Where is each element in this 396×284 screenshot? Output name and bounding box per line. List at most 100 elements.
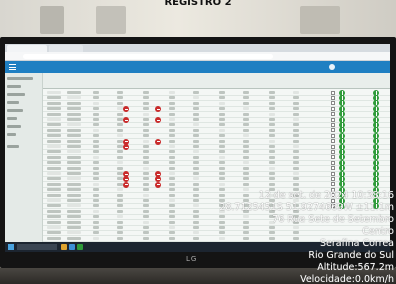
table-cell [193, 220, 199, 224]
sidebar-item[interactable] [7, 77, 33, 80]
monitor: LG [0, 37, 396, 268]
table-cell [117, 101, 123, 105]
table-cell [243, 91, 249, 94]
url-field[interactable] [23, 54, 273, 59]
browser-tab[interactable] [49, 45, 83, 52]
table-cell [47, 177, 61, 181]
table-cell [219, 134, 225, 138]
row-checkbox[interactable] [331, 95, 335, 100]
row-checkbox[interactable] [331, 128, 335, 133]
table-cell [169, 145, 175, 148]
table-cell [47, 96, 61, 100]
row-checkbox[interactable] [331, 122, 335, 127]
table-cell [67, 101, 81, 105]
table-cell [269, 166, 275, 170]
table-cell [169, 134, 175, 138]
browser-icon[interactable] [69, 244, 75, 250]
table-cell [67, 134, 81, 138]
sidebar-item[interactable] [7, 133, 16, 136]
sidebar-item[interactable] [7, 125, 21, 128]
table-cell [47, 91, 61, 94]
table-cell [293, 145, 299, 148]
table-cell [117, 128, 123, 132]
row-checkbox[interactable] [331, 149, 335, 154]
sidebar-item[interactable] [7, 109, 23, 112]
table-cell [143, 226, 149, 229]
table-cell [219, 118, 225, 121]
table-cell [143, 231, 149, 235]
table-cell [67, 204, 81, 208]
table-cell [143, 161, 149, 165]
table-cell [67, 177, 81, 181]
sidebar-item[interactable] [7, 101, 19, 104]
table-cell [193, 236, 199, 240]
table-cell [67, 182, 81, 186]
table-cell [117, 161, 123, 165]
photo-caption: REGISTRO 2 [164, 0, 232, 8]
table-cell [243, 112, 249, 116]
row-checkbox[interactable] [331, 101, 335, 106]
table-cell [219, 172, 225, 175]
row-checkbox[interactable] [331, 176, 335, 181]
table-cell [93, 172, 99, 175]
table-cell [117, 188, 123, 192]
row-checkbox[interactable] [331, 112, 335, 117]
row-checkbox[interactable] [331, 144, 335, 149]
row-checkbox[interactable] [331, 90, 335, 95]
table-cell [269, 112, 275, 116]
table-cell [243, 145, 249, 148]
table-cell [193, 231, 199, 235]
row-checkbox[interactable] [331, 171, 335, 176]
table-cell [293, 139, 299, 143]
table-cell [93, 236, 99, 240]
table-cell [293, 91, 299, 94]
table-cell [219, 101, 225, 105]
hamburger-menu-icon[interactable] [9, 64, 16, 70]
table-cell [143, 139, 149, 143]
table-cell [169, 107, 175, 111]
table-cell [219, 150, 225, 154]
table-cell [193, 91, 199, 94]
browser-tab-strip [5, 44, 390, 52]
table-cell [47, 182, 61, 186]
sidebar-item[interactable] [7, 93, 25, 96]
start-button-icon[interactable] [8, 244, 14, 250]
table-cell [117, 166, 123, 170]
row-checkbox[interactable] [331, 166, 335, 171]
sidebar-item[interactable] [7, 117, 17, 120]
browser-tab[interactable] [7, 45, 47, 52]
table-cell [67, 199, 81, 202]
table-cell [169, 112, 175, 116]
avatar[interactable] [329, 64, 335, 70]
folder-icon[interactable] [61, 244, 67, 250]
row-checkbox[interactable] [331, 117, 335, 122]
sidebar-item[interactable] [7, 85, 21, 88]
table-cell [117, 96, 123, 100]
row-checkbox[interactable] [331, 139, 335, 144]
sidebar-item[interactable] [7, 145, 19, 148]
table-cell [47, 123, 61, 127]
table-cell [219, 226, 225, 229]
table-cell [269, 107, 275, 111]
table-cell [219, 128, 225, 132]
table-cell [169, 150, 175, 154]
table-cell [93, 150, 99, 154]
row-checkbox[interactable] [331, 133, 335, 138]
geotag-altitude: Altitude:567.2m [317, 262, 394, 273]
wall-object [96, 6, 126, 34]
table-cell [67, 96, 81, 100]
table-cell [93, 204, 99, 208]
table-cell [219, 96, 225, 100]
row-checkbox[interactable] [331, 106, 335, 111]
table-cell [93, 161, 99, 165]
row-checkbox[interactable] [331, 160, 335, 165]
row-checkbox[interactable] [331, 182, 335, 187]
row-checkbox[interactable] [331, 155, 335, 160]
table-cell [93, 231, 99, 235]
table-cell [93, 101, 99, 105]
table-cell [67, 107, 81, 111]
app-icon[interactable] [77, 244, 83, 250]
taskbar-search-input[interactable] [17, 244, 57, 250]
table-cell [269, 134, 275, 138]
table-cell [93, 220, 99, 224]
